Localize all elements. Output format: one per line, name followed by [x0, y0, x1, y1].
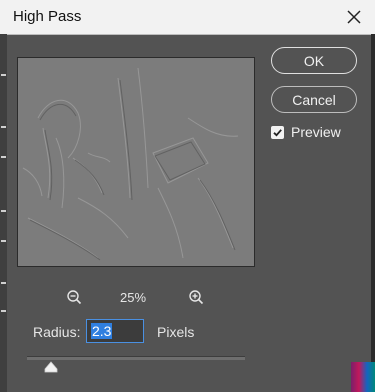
- radius-slider-thumb[interactable]: [44, 361, 58, 373]
- background-app-edge: [0, 34, 7, 392]
- filter-preview[interactable]: [17, 57, 255, 267]
- zoom-in-icon: [189, 290, 204, 305]
- background-app-canvas: [351, 362, 375, 392]
- radius-value: 2.3: [91, 323, 113, 339]
- zoom-in-button[interactable]: [188, 289, 204, 305]
- background-app-edge-right: [371, 34, 375, 392]
- zoom-out-icon: [67, 290, 82, 305]
- radius-label: Radius:: [33, 324, 81, 340]
- slider-thumb-icon: [44, 361, 58, 373]
- dialog-title: High Pass: [13, 8, 82, 25]
- radius-unit-label: Pixels: [157, 324, 195, 340]
- close-button[interactable]: [341, 4, 367, 30]
- radius-slider-track[interactable]: [27, 356, 245, 360]
- close-icon: [347, 10, 361, 24]
- radius-input[interactable]: 2.3: [86, 319, 144, 343]
- preview-label: Preview: [291, 124, 341, 140]
- checkmark-icon: [273, 128, 282, 137]
- dialog-titlebar: High Pass: [0, 0, 375, 35]
- preview-checkbox[interactable]: [271, 125, 284, 139]
- ok-button[interactable]: OK: [271, 47, 357, 74]
- zoom-level: 25%: [120, 290, 147, 305]
- zoom-controls: 25%: [0, 288, 270, 308]
- high-pass-preview-image: [18, 58, 254, 266]
- preview-checkbox-row[interactable]: Preview: [271, 124, 341, 140]
- zoom-out-button[interactable]: [66, 289, 82, 305]
- cancel-button[interactable]: Cancel: [271, 86, 357, 113]
